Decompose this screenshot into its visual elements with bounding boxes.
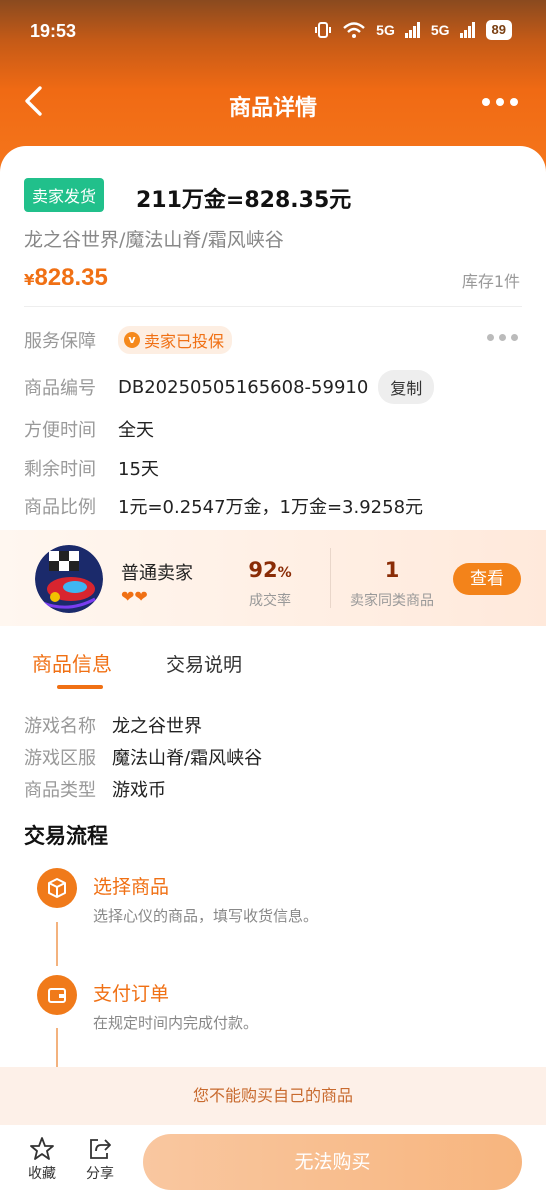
page-title: 商品详情	[228, 96, 317, 121]
status-icons: 5G 5G 89	[314, 20, 512, 40]
step-desc: 选择心仪的商品，填写收货信息。	[93, 907, 319, 925]
step-connector	[56, 922, 58, 966]
detail-row: 游戏名称 龙之谷世界	[24, 712, 202, 738]
deal-rate-unit: %	[277, 565, 292, 581]
insured-badge[interactable]: v 卖家已投保	[118, 326, 233, 354]
share-label: 分享	[86, 1166, 114, 1182]
detail-label: 商品类型	[24, 780, 96, 801]
more-dot	[511, 334, 518, 341]
detail-value: 游戏币	[112, 780, 166, 801]
favorite-button[interactable]: 收藏	[22, 1135, 62, 1183]
signal-1-label: 5G	[376, 22, 395, 38]
seller-name: 普通卖家	[121, 563, 193, 584]
code-label: 商品编号	[24, 378, 96, 399]
remain-label: 剩余时间	[24, 459, 96, 480]
tab-trade-notes[interactable]: 交易说明	[166, 650, 242, 677]
deal-rate-label: 成交率	[249, 593, 291, 609]
wallet-icon	[48, 988, 66, 1003]
step-icon	[37, 975, 77, 1015]
nav-bar: 商品详情	[0, 70, 546, 136]
same-goods-value: 1	[384, 558, 400, 582]
share-button[interactable]: 分享	[80, 1135, 120, 1183]
step-icon	[37, 868, 77, 908]
vibrate-icon	[315, 22, 332, 38]
more-dot	[482, 98, 490, 106]
detail-label: 游戏区服	[24, 748, 96, 769]
cannot-buy-notice: 您不能购买自己的商品	[0, 1067, 546, 1125]
time-label: 方便时间	[24, 420, 96, 441]
price-value: 828.35	[34, 264, 108, 291]
signal-1-icon	[404, 22, 420, 38]
divider	[24, 306, 522, 307]
step-title: 选择商品	[93, 876, 170, 898]
time-value: 全天	[118, 420, 154, 441]
same-goods-label: 卖家同类商品	[350, 593, 434, 609]
ratio-row: 商品比例 1元=0.2547万金，1万金=3.9258元	[24, 493, 423, 519]
goods-price: ¥828.35	[24, 264, 108, 292]
time-row: 方便时间 全天	[24, 416, 154, 442]
deal-rate-value: 92%	[230, 558, 310, 582]
more-dot	[510, 98, 518, 106]
detail-row: 商品类型 游戏币	[24, 776, 166, 802]
bottom-bar: 收藏 分享 无法购买	[0, 1125, 546, 1200]
step-connector	[56, 1028, 58, 1068]
remain-value: 15天	[118, 459, 159, 480]
signal-2-label: 5G	[430, 22, 450, 38]
detail-label: 游戏名称	[24, 716, 96, 737]
deal-rate-number: 92	[248, 558, 278, 582]
service-row: 服务保障 v 卖家已投保	[24, 326, 233, 354]
service-label: 服务保障	[24, 331, 96, 352]
step-desc: 在规定时间内完成付款。	[93, 1014, 259, 1032]
step-title: 支付订单	[93, 983, 170, 1005]
status-time: 19:53	[30, 21, 77, 41]
avatar-image	[35, 545, 103, 613]
ratio-value: 1元=0.2547万金，1万金=3.9258元	[118, 497, 424, 518]
goods-stock: 库存1件	[461, 272, 520, 291]
detail-value: 魔法山脊/霜风峡谷	[112, 748, 263, 769]
code-value: DB20250505165608-59910	[118, 376, 369, 398]
shield-check-icon: v	[124, 332, 140, 348]
battery-indicator: 89	[485, 20, 512, 40]
view-seller-button[interactable]: 查看	[453, 563, 521, 595]
price-currency: ¥	[24, 271, 35, 289]
star-icon	[30, 1137, 54, 1160]
active-tab-indicator	[57, 685, 103, 689]
code-row: 商品编号 DB20250505165608-59910 复制	[24, 370, 435, 404]
copy-button[interactable]: 复制	[378, 370, 435, 404]
seller-level-hearts: ❤❤	[121, 587, 148, 606]
seller-avatar[interactable]	[35, 545, 103, 613]
favorite-label: 收藏	[28, 1166, 56, 1182]
goods-title: 211万金=828.35元	[136, 188, 352, 213]
detail-value: 龙之谷世界	[112, 716, 202, 737]
remain-row: 剩余时间 15天	[24, 455, 159, 481]
more-button[interactable]	[482, 92, 522, 112]
ratio-label: 商品比例	[24, 497, 96, 518]
seller-ship-tag: 卖家发货	[24, 178, 105, 212]
detail-row: 游戏区服 魔法山脊/霜风峡谷	[24, 744, 262, 770]
service-more-button[interactable]	[487, 334, 518, 341]
wifi-icon	[343, 22, 365, 38]
share-icon	[90, 1139, 111, 1159]
box-icon	[48, 878, 66, 898]
more-dot	[496, 98, 504, 106]
tab-goods-info[interactable]: 商品信息	[32, 648, 112, 677]
seller-panel: 普通卖家 ❤❤ 92% 成交率 1 卖家同类商品 查看	[0, 530, 546, 626]
stat-divider	[330, 548, 331, 608]
insured-label: 卖家已投保	[144, 332, 225, 351]
status-bar: 19:53 5G 5G 89	[0, 0, 546, 62]
buy-button[interactable]: 无法购买	[143, 1134, 522, 1190]
more-dot	[487, 334, 494, 341]
more-dot	[499, 334, 506, 341]
signal-2-icon	[459, 22, 475, 38]
goods-server: 龙之谷世界/魔法山脊/霜风峡谷	[24, 229, 284, 251]
flow-title: 交易流程	[24, 824, 108, 848]
